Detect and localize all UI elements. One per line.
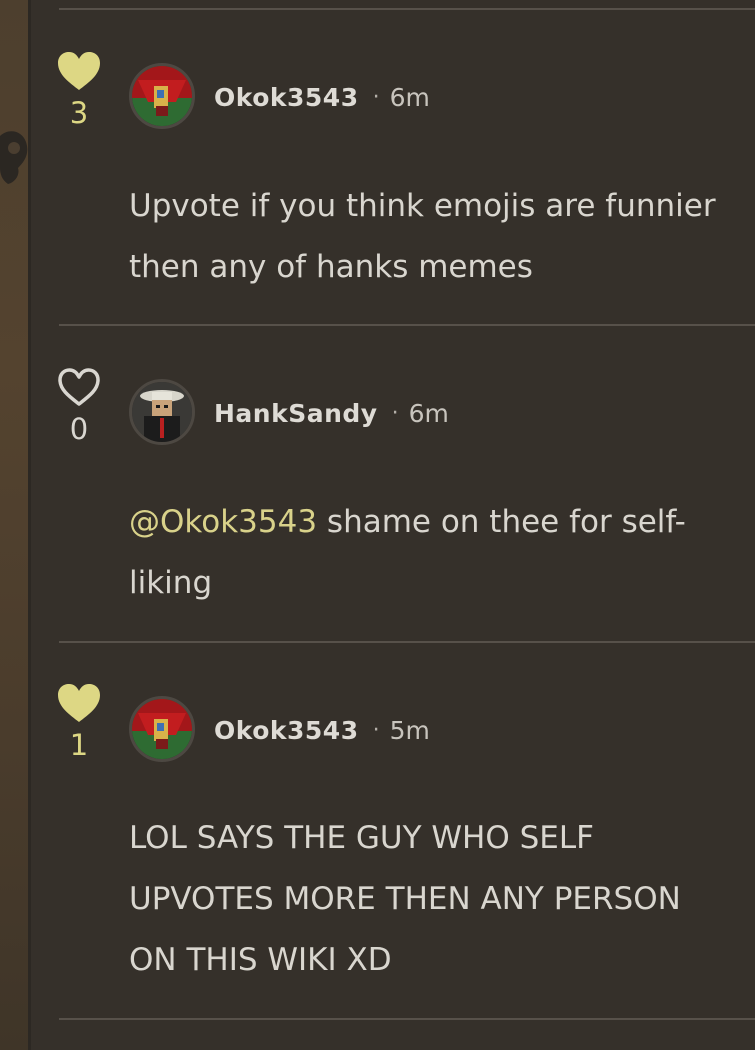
comment-line: ON THIS WIKI XD (129, 942, 392, 978)
timestamp: 5m (389, 715, 430, 745)
meta-separator: · (391, 400, 399, 426)
like-control[interactable]: 1 (55, 682, 103, 762)
comment-divider (59, 324, 755, 326)
timestamp: 6m (408, 398, 449, 428)
meta-separator: · (372, 717, 380, 743)
comment-meta: Okok3543 · 6m (214, 80, 430, 114)
username[interactable]: HankSandy (214, 399, 378, 428)
like-count: 3 (69, 96, 89, 130)
heart-filled-icon[interactable] (56, 682, 102, 724)
like-control[interactable]: 0 (55, 366, 103, 446)
avatar[interactable] (129, 379, 195, 445)
comment-meta: HankSandy · 6m (214, 396, 449, 430)
heart-filled-icon[interactable] (56, 50, 102, 92)
comment-text: Upvote if you think emojis are funnier t… (129, 176, 755, 298)
like-control[interactable]: 3 (55, 50, 103, 130)
comment-feed: 3 Okok3543 · 6m Upvote if you think emoj… (31, 0, 755, 1050)
comment-line: liking (129, 565, 213, 601)
user-mention-link[interactable]: @Okok3543 (129, 504, 317, 540)
comment-line: LOL SAYS THE GUY WHO SELF (129, 820, 594, 856)
comment-line: @Okok3543 shame on thee for self- (129, 492, 755, 553)
comment-divider (59, 8, 755, 10)
comment-meta: Okok3543 · 5m (214, 713, 430, 747)
user-avatar-red-icon (132, 66, 192, 126)
side-panel-decoration-icon (0, 131, 28, 184)
user-avatar-red-icon (132, 699, 192, 759)
comment-line: Upvote if you think emojis are funnier (129, 188, 716, 224)
timestamp: 6m (389, 82, 430, 112)
like-count: 1 (69, 728, 89, 762)
comment-text: LOL SAYS THE GUY WHO SELF UPVOTES MORE T… (129, 808, 755, 991)
comment-line-text: shame on thee for self- (317, 504, 686, 540)
username[interactable]: Okok3543 (214, 83, 359, 112)
like-count: 0 (69, 412, 89, 446)
avatar[interactable] (129, 63, 195, 129)
comment-divider (59, 641, 755, 643)
user-avatar-dark-icon (132, 382, 192, 442)
side-panel-edge (0, 0, 28, 1050)
heart-outline-icon[interactable] (56, 366, 102, 408)
avatar[interactable] (129, 696, 195, 762)
comment-text: @Okok3543 shame on thee for self- liking (129, 492, 755, 614)
username[interactable]: Okok3543 (214, 716, 359, 745)
meta-separator: · (372, 84, 380, 110)
comment-line: UPVOTES MORE THEN ANY PERSON (129, 881, 681, 917)
comment-line: then any of hanks memes (129, 249, 533, 285)
comment-divider (59, 1018, 755, 1020)
